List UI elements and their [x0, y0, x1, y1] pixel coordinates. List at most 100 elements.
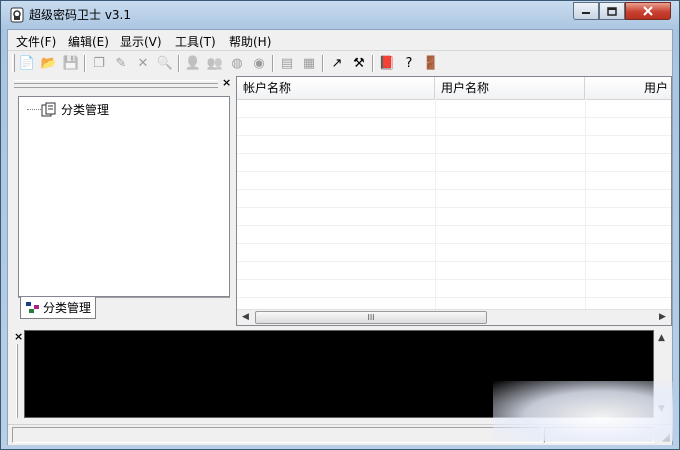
scroll-thumb-grip: III	[367, 313, 375, 322]
tools-button[interactable]: ⚒	[350, 54, 368, 72]
scroll-thumb[interactable]: III	[255, 311, 487, 324]
status-bar: ◢	[8, 424, 672, 445]
chat-button[interactable]: ◉	[250, 54, 268, 72]
grid-row-line	[237, 189, 671, 190]
status-pane-secondary	[544, 427, 654, 443]
menu-tools[interactable]: 工具(T)	[175, 33, 216, 50]
toolbar-grip[interactable]	[12, 54, 15, 72]
scroll-up-icon[interactable]: ▲	[658, 333, 665, 343]
edit-button[interactable]: ✎	[112, 54, 130, 72]
toolbar-separator	[272, 55, 274, 72]
grid-row-line	[237, 153, 671, 154]
copy-button[interactable]: ❐	[90, 54, 108, 72]
output-close-icon[interactable]: ×	[14, 330, 23, 343]
new-button[interactable]: 📄	[18, 54, 36, 72]
help-icon: ?	[405, 55, 413, 71]
exit-icon: 🚪	[422, 55, 440, 71]
globe-button[interactable]: ◍	[228, 54, 246, 72]
edit-icon: ✎	[115, 55, 127, 71]
globe-icon: ◍	[231, 55, 243, 71]
client-area: 文件(F) 编辑(E) 显示(V) 工具(T) 帮助(H) 📄 📂 💾 ❐ ✎ ✕ 🔍 👤 👥 ◍…	[7, 29, 673, 445]
horizontal-scrollbar[interactable]: ◀ III ▶	[237, 309, 671, 325]
users-button[interactable]: 👥	[206, 54, 224, 72]
new-icon: 📄	[18, 55, 36, 71]
cards-button[interactable]: ▦	[300, 54, 318, 72]
tab-category-management[interactable]: 分类管理	[20, 297, 97, 319]
close-icon	[643, 6, 653, 16]
cards-icon: ▦	[302, 55, 316, 71]
toolbar: 📄 📂 💾 ❐ ✎ ✕ 🔍 👤 👥 ◍ ◉ ▤ ▦ ↗ ⚒ 📕? 🚪	[8, 52, 672, 76]
column-account-name[interactable]: 帐户名称	[237, 77, 435, 99]
toolbar-separator	[372, 55, 374, 72]
main-window: 超级密码卫士 v3.1 文件(F) 编辑(E) 显示(V) 工具(T) 帮助(H…	[0, 0, 680, 450]
grid-row-line	[237, 207, 671, 208]
column-user-name[interactable]: 用户名称	[435, 77, 585, 99]
book-icon: 📕	[378, 55, 396, 71]
menu-help[interactable]: 帮助(H)	[229, 33, 271, 50]
grid-row-line	[237, 297, 671, 298]
grid-row-line	[237, 171, 671, 172]
find-icon: 🔍	[156, 55, 174, 71]
menu-view[interactable]: 显示(V)	[120, 33, 162, 50]
window-title: 超级密码卫士 v3.1	[29, 8, 132, 22]
grid-row-line	[237, 225, 671, 226]
resize-grip-icon[interactable]: ◢	[662, 432, 670, 443]
category-icon	[41, 102, 56, 116]
close-button[interactable]	[625, 2, 671, 20]
help-button[interactable]: ?	[400, 54, 418, 72]
dock-close-icon[interactable]: ×	[222, 76, 231, 89]
delete-icon: ✕	[137, 55, 149, 71]
output-panel[interactable]	[24, 330, 654, 418]
export-button[interactable]: ↗	[328, 54, 346, 72]
left-tab-strip: 分类管理	[18, 297, 230, 322]
tab-label: 分类管理	[43, 301, 92, 315]
minimize-button[interactable]	[573, 2, 599, 20]
user-icon: 👤	[184, 55, 202, 71]
scroll-down-icon[interactable]: ▼	[658, 404, 665, 414]
status-pane-main	[12, 427, 542, 443]
chat-icon: ◉	[253, 55, 265, 71]
exit-button[interactable]: 🚪	[422, 54, 440, 72]
dock-title-line	[14, 83, 218, 84]
grid-row-line	[237, 117, 671, 118]
column-user[interactable]: 用户	[585, 77, 671, 99]
export-icon: ↗	[331, 55, 343, 71]
open-icon: 📂	[40, 55, 58, 71]
card-button[interactable]: ▤	[278, 54, 296, 72]
app-icon	[10, 7, 24, 23]
grid-row-line	[237, 243, 671, 244]
maximize-icon	[607, 6, 617, 16]
category-tree[interactable]: 分类管理	[18, 96, 230, 297]
toolbar-separator	[178, 55, 180, 72]
maximize-button[interactable]	[599, 2, 625, 20]
save-icon: 💾	[62, 55, 80, 71]
list-header: 帐户名称 用户名称 用户	[237, 77, 671, 100]
category-tab-icon	[26, 301, 39, 313]
menu-file[interactable]: 文件(F)	[16, 33, 56, 50]
minimize-icon	[582, 12, 590, 14]
find-button[interactable]: 🔍	[156, 54, 174, 72]
book-button[interactable]: 📕	[378, 54, 396, 72]
tree-root-label: 分类管理	[61, 103, 110, 117]
grid-row-line	[237, 135, 671, 136]
grid-col-line	[435, 99, 436, 309]
grid-row-line	[237, 261, 671, 262]
menu-bar: 文件(F) 编辑(E) 显示(V) 工具(T) 帮助(H)	[8, 30, 672, 51]
save-button[interactable]: 💾	[62, 54, 80, 72]
title-bar: 超级密码卫士 v3.1	[1, 1, 679, 29]
tree-root-node[interactable]: 分类管理	[41, 101, 109, 118]
scroll-left-icon[interactable]: ◀	[242, 312, 249, 322]
delete-button[interactable]: ✕	[134, 54, 152, 72]
user-button[interactable]: 👤	[184, 54, 202, 72]
toolbar-separator	[84, 55, 86, 72]
toolbar-separator	[322, 55, 324, 72]
menu-edit[interactable]: 编辑(E)	[68, 33, 109, 50]
output-grip[interactable]	[16, 344, 18, 418]
account-list[interactable]: 帐户名称 用户名称 用户 ◀ III ▶	[236, 76, 672, 326]
users-icon: 👥	[206, 55, 224, 71]
dock-title-bar[interactable]	[14, 80, 218, 88]
scroll-right-icon[interactable]: ▶	[659, 312, 666, 322]
grid-col-line	[585, 99, 586, 309]
open-button[interactable]: 📂	[40, 54, 58, 72]
output-vertical-scrollbar[interactable]: ▲ ▼	[654, 330, 670, 418]
